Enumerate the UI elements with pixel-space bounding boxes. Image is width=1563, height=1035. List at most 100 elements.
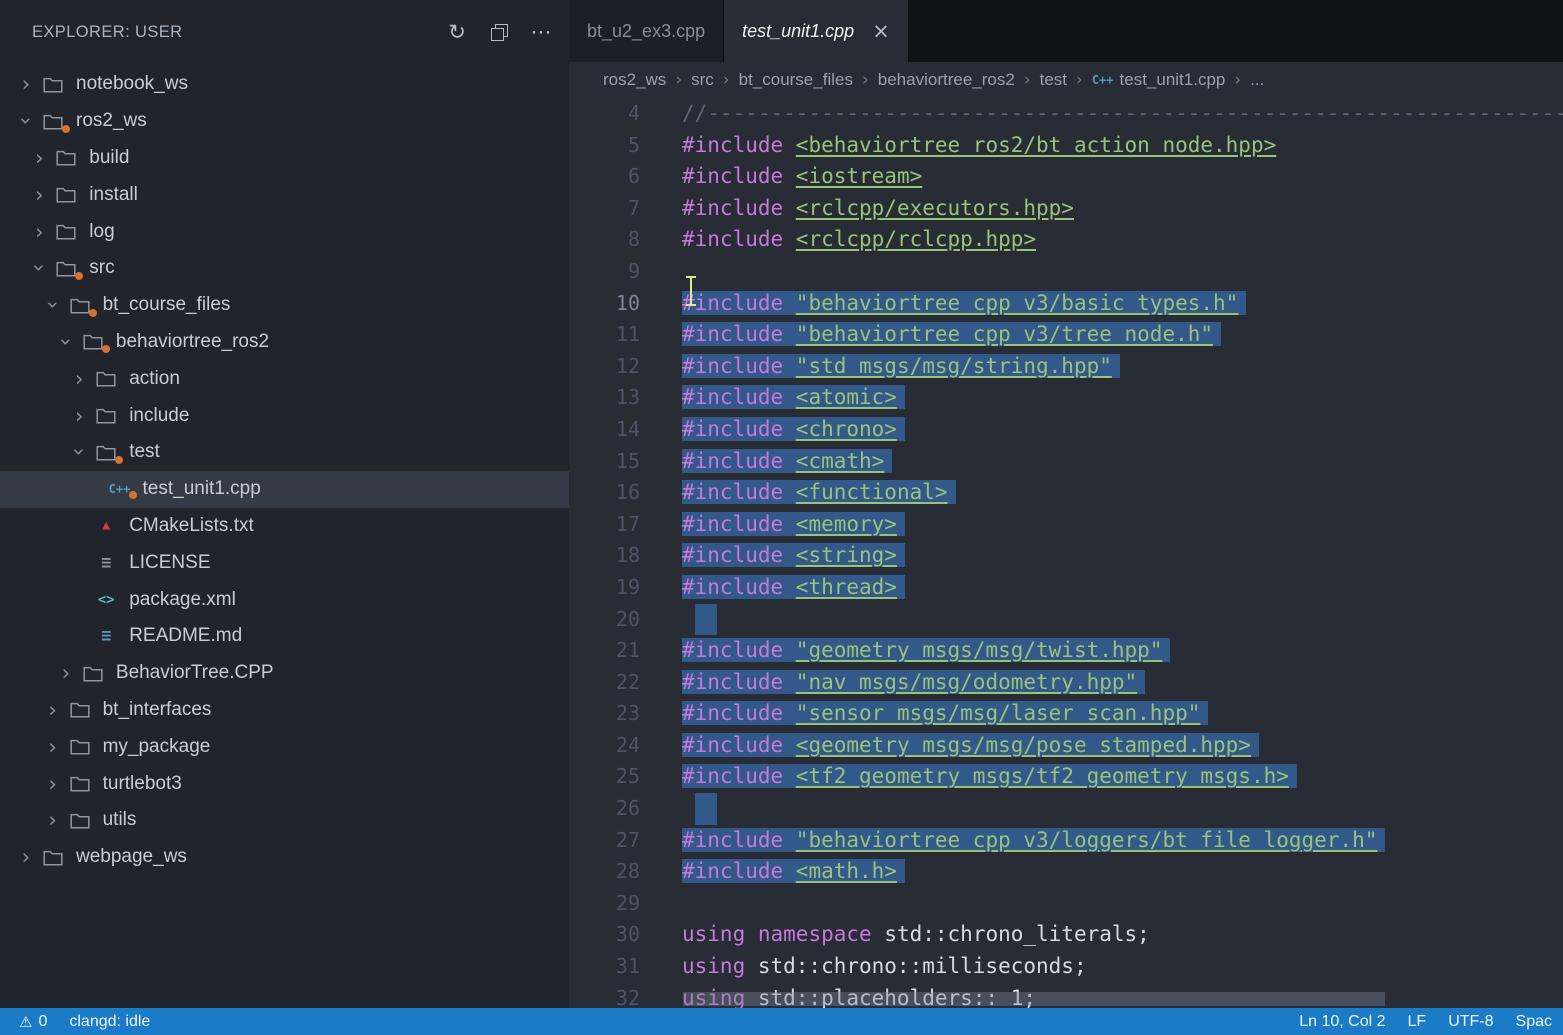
tree-folder-turtlebot3[interactable]: ›turtlebot3 bbox=[0, 765, 569, 802]
tree-file-README.md[interactable]: ≡README.md bbox=[0, 618, 569, 655]
warning-icon: ⚠ bbox=[19, 1013, 32, 1031]
tree-file-package.xml[interactable]: <>package.xml bbox=[0, 581, 569, 618]
line-content[interactable]: //--------------------------------------… bbox=[640, 98, 1563, 130]
tree-item-label: utils bbox=[103, 809, 137, 831]
tab-bt_u2_ex3.cpp[interactable]: bt_u2_ex3.cpp bbox=[569, 0, 724, 62]
tree-folder-test[interactable]: ›test bbox=[0, 434, 569, 471]
line-number: 4 bbox=[569, 98, 640, 130]
line-number: 22 bbox=[569, 667, 640, 699]
horizontal-scrollbar[interactable] bbox=[683, 992, 1385, 1006]
folder-icon bbox=[51, 149, 81, 166]
line-content[interactable] bbox=[640, 256, 682, 288]
breadcrumb-item[interactable]: ros2_ws bbox=[603, 70, 666, 90]
modified-dot bbox=[89, 309, 97, 317]
tree-folder-install[interactable]: ›install bbox=[0, 176, 569, 213]
tree-folder-ros2_ws[interactable]: ›ros2_ws bbox=[0, 103, 569, 140]
line-content[interactable]: using std::chrono::milliseconds; bbox=[640, 951, 1087, 983]
line-content[interactable]: #include <chrono> bbox=[640, 414, 905, 446]
line-content[interactable] bbox=[640, 793, 717, 825]
line-content[interactable]: #include "sensor_msgs/msg/laser_scan.hpp… bbox=[640, 698, 1208, 730]
tab-test_unit1.cpp[interactable]: test_unit1.cpp× bbox=[724, 0, 909, 62]
code-line: 23#include "sensor_msgs/msg/laser_scan.h… bbox=[569, 698, 1563, 730]
tree-folder-build[interactable]: ›build bbox=[0, 140, 569, 177]
folder-icon bbox=[51, 223, 81, 240]
status-indentation[interactable]: Spac bbox=[1505, 1008, 1563, 1035]
status-encoding[interactable]: UTF-8 bbox=[1437, 1008, 1504, 1035]
line-content[interactable]: #include <thread> bbox=[640, 572, 905, 604]
breadcrumb-item[interactable]: C++test_unit1.cpp bbox=[1092, 70, 1226, 90]
line-content[interactable]: #include <math.h> bbox=[640, 856, 905, 888]
close-icon[interactable]: × bbox=[872, 19, 890, 43]
chevron-down-icon: › bbox=[54, 330, 78, 354]
breadcrumb-separator: › bbox=[1234, 70, 1241, 90]
line-content[interactable]: #include <cmath> bbox=[640, 446, 892, 478]
tree-folder-BehaviorTree.CPP[interactable]: ›BehaviorTree.CPP bbox=[0, 655, 569, 692]
more-actions-button[interactable]: ⋯ bbox=[525, 16, 557, 48]
line-content[interactable]: #include "std_msgs/msg/string.hpp" bbox=[640, 351, 1120, 383]
status-problems[interactable]: ⚠0 bbox=[8, 1008, 58, 1035]
chevron-down-icon: › bbox=[41, 293, 65, 317]
code-line: 5#include <behaviortree_ros2/bt_action_n… bbox=[569, 130, 1563, 162]
tree-file-test_unit1.cpp[interactable]: C++test_unit1.cpp bbox=[0, 471, 569, 508]
line-content[interactable]: #include "behaviortree_cpp_v3/tree_node.… bbox=[640, 319, 1221, 351]
status-cursor-position[interactable]: Ln 10, Col 2 bbox=[1288, 1008, 1396, 1035]
line-content[interactable]: #include "behaviortree_cpp_v3/basic_type… bbox=[640, 288, 1246, 320]
tree-folder-webpage_ws[interactable]: ›webpage_ws bbox=[0, 839, 569, 876]
breadcrumb-item[interactable]: behaviortree_ros2 bbox=[878, 70, 1015, 90]
breadcrumb-item[interactable]: test bbox=[1040, 70, 1067, 90]
breadcrumb-item[interactable]: src bbox=[691, 70, 714, 90]
line-content[interactable]: #include <rclcpp/executors.hpp> bbox=[640, 193, 1074, 225]
line-content[interactable]: #include <functional> bbox=[640, 477, 956, 509]
tree-file-CMakeLists.txt[interactable]: ▲CMakeLists.txt bbox=[0, 508, 569, 545]
code-area[interactable]: 4//-------------------------------------… bbox=[569, 98, 1563, 1008]
tree-folder-include[interactable]: ›include bbox=[0, 397, 569, 434]
tree-folder-bt_course_files[interactable]: ›bt_course_files bbox=[0, 287, 569, 324]
status-eol-sequence[interactable]: LF bbox=[1397, 1008, 1438, 1035]
line-content[interactable]: #include <geometry_msgs/msg/pose_stamped… bbox=[640, 730, 1259, 762]
selection-highlight: #include "sensor_msgs/msg/laser_scan.hpp… bbox=[682, 701, 1208, 725]
tree-folder-notebook_ws[interactable]: ›notebook_ws bbox=[0, 66, 569, 103]
line-content[interactable]: #include <memory> bbox=[640, 509, 905, 541]
line-content[interactable]: #include <behaviortree_ros2/bt_action_no… bbox=[640, 130, 1276, 162]
line-content[interactable]: #include <tf2_geometry_msgs/tf2_geometry… bbox=[640, 761, 1297, 793]
line-number: 10 bbox=[569, 288, 640, 320]
line-content[interactable]: #include <iostream> bbox=[640, 161, 922, 193]
selection-highlight bbox=[695, 793, 717, 825]
tree-folder-bt_interfaces[interactable]: ›bt_interfaces bbox=[0, 692, 569, 729]
breadcrumb-item[interactable]: ... bbox=[1250, 70, 1264, 90]
explorer-title: EXPLORER: USER bbox=[32, 23, 441, 42]
tree-item-label: package.xml bbox=[129, 589, 236, 611]
code-line: 22#include "nav_msgs/msg/odometry.hpp" bbox=[569, 667, 1563, 699]
line-content[interactable]: #include <atomic> bbox=[640, 382, 905, 414]
tree-folder-log[interactable]: ›log bbox=[0, 213, 569, 250]
chevron-right-icon: › bbox=[27, 220, 51, 244]
tree-file-LICENSE[interactable]: ≡LICENSE bbox=[0, 544, 569, 581]
breadcrumb-item[interactable]: bt_course_files bbox=[739, 70, 853, 90]
selection-highlight: #include <string> bbox=[682, 543, 905, 567]
line-content[interactable]: #include <rclcpp/rclcpp.hpp> bbox=[640, 224, 1036, 256]
chevron-down-icon: › bbox=[14, 109, 38, 133]
line-content[interactable]: #include <string> bbox=[640, 540, 905, 572]
code-line: 28#include <math.h> bbox=[569, 856, 1563, 888]
tree-folder-my_package[interactable]: ›my_package bbox=[0, 728, 569, 765]
tree-folder-action[interactable]: ›action bbox=[0, 360, 569, 397]
status-clangd[interactable]: clangd: idle bbox=[58, 1008, 161, 1035]
explorer-header: EXPLORER: USER ↻⋯ bbox=[0, 0, 569, 64]
collapse-folders-button[interactable] bbox=[483, 16, 515, 48]
tree-folder-behaviortree_ros2[interactable]: ›behaviortree_ros2 bbox=[0, 324, 569, 361]
line-content[interactable] bbox=[640, 888, 682, 920]
line-content[interactable]: #include "nav_msgs/msg/odometry.hpp" bbox=[640, 667, 1145, 699]
line-content[interactable] bbox=[640, 604, 717, 636]
explorer-sidebar: EXPLORER: USER ↻⋯ ›notebook_ws›ros2_ws›b… bbox=[0, 0, 569, 1008]
chevron-right-icon: › bbox=[27, 183, 51, 207]
tree-folder-src[interactable]: ›src bbox=[0, 250, 569, 287]
code-line: 18#include <string> bbox=[569, 540, 1563, 572]
code-line: 16#include <functional> bbox=[569, 477, 1563, 509]
line-content[interactable]: using namespace std::chrono_literals; bbox=[640, 919, 1150, 951]
breadcrumb-label: test_unit1.cpp bbox=[1120, 70, 1226, 90]
line-content[interactable]: #include "behaviortree_cpp_v3/loggers/bt… bbox=[640, 825, 1385, 857]
explorer-actions: ↻⋯ bbox=[441, 16, 557, 48]
refresh-explorer-button[interactable]: ↻ bbox=[441, 16, 473, 48]
line-content[interactable]: #include "geometry_msgs/msg/twist.hpp" bbox=[640, 635, 1170, 667]
tree-folder-utils[interactable]: ›utils bbox=[0, 802, 569, 839]
